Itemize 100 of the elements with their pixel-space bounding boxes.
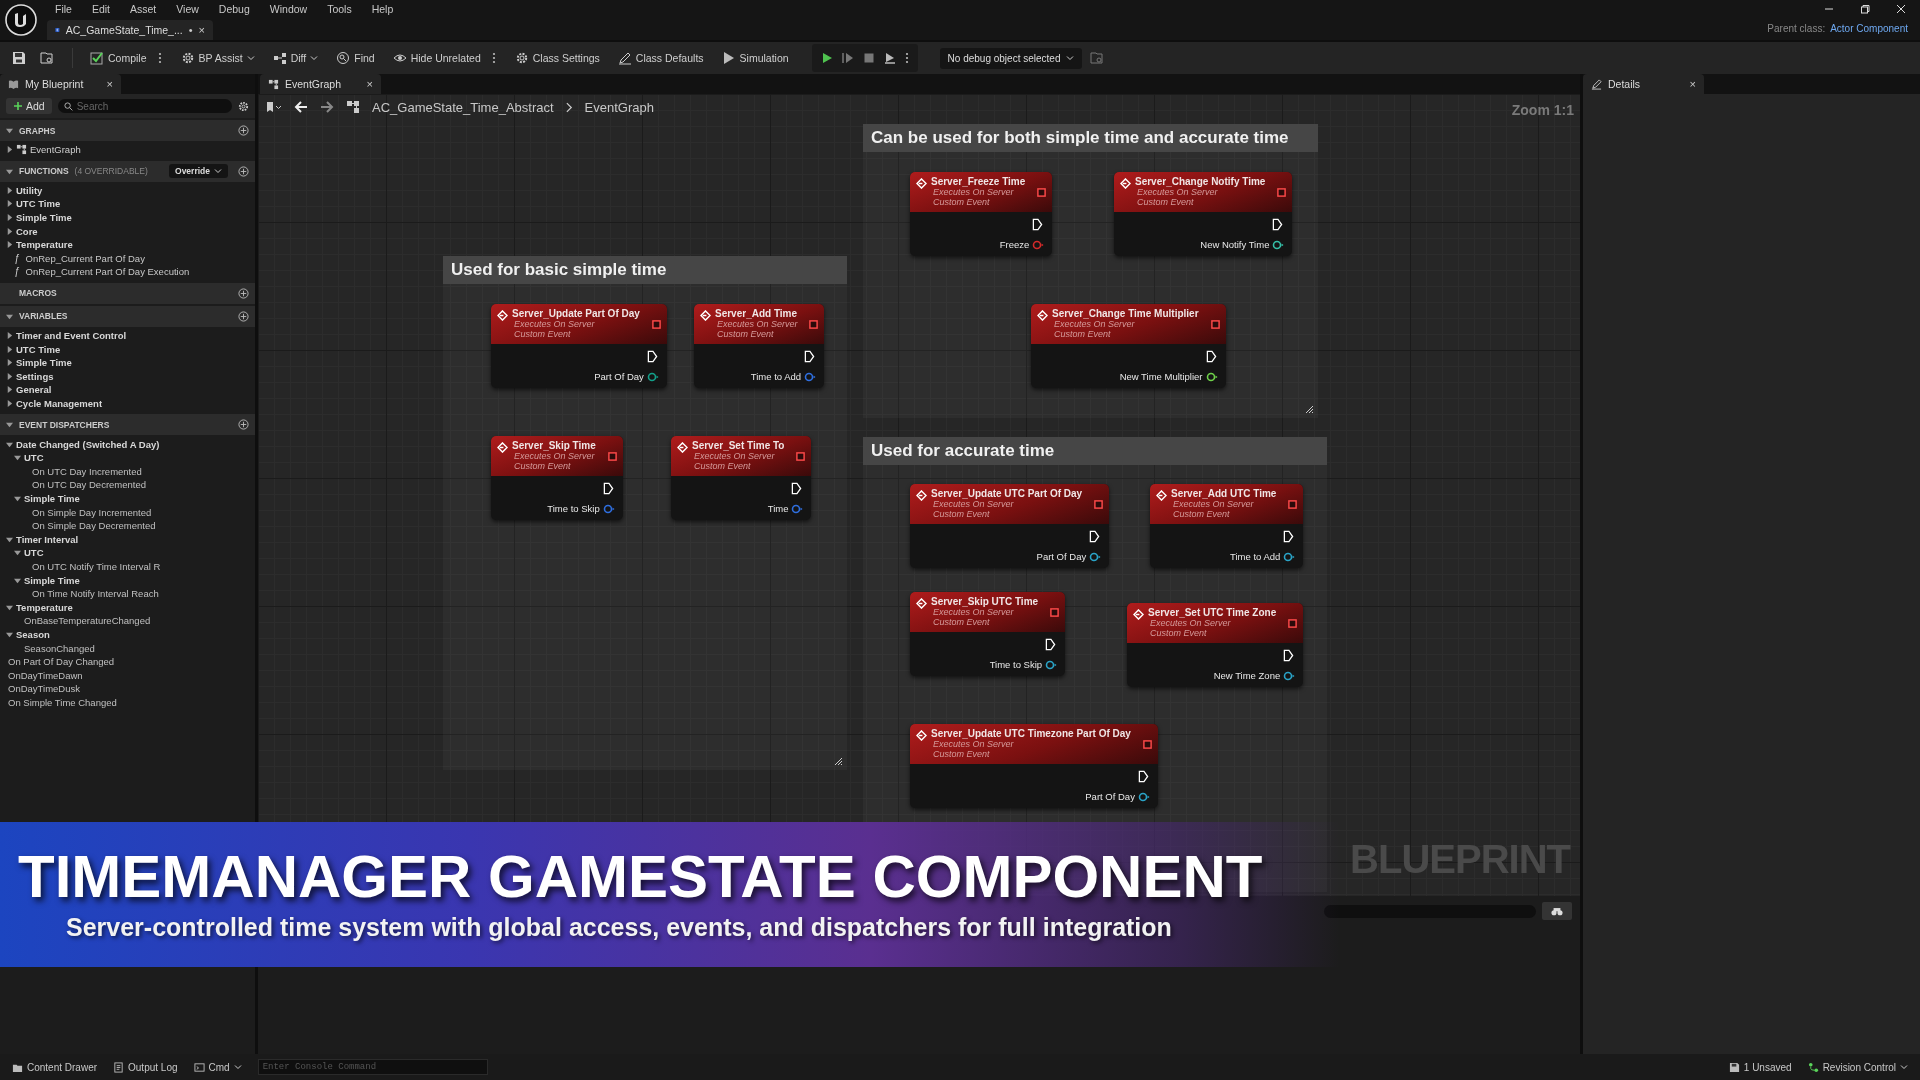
add-icon[interactable] xyxy=(238,165,249,177)
close-tab-button[interactable]: × xyxy=(198,24,205,36)
exec-pin-icon[interactable] xyxy=(1045,638,1057,651)
expand-arrow-icon[interactable] xyxy=(14,576,21,584)
tree-item[interactable]: On Part Of Day Changed xyxy=(8,656,115,668)
resize-grip-icon[interactable] xyxy=(833,756,843,766)
breadcrumb-link[interactable]: AC_GameState_Time_Abstract xyxy=(372,99,554,115)
expand-arrow-icon[interactable] xyxy=(6,630,13,638)
expand-arrow-icon[interactable] xyxy=(6,421,13,429)
section-header[interactable]: MACROS xyxy=(0,282,255,304)
output-log-button[interactable]: Output Log xyxy=(107,1058,184,1076)
exec-pin-icon[interactable] xyxy=(1032,218,1044,231)
tree-item[interactable]: UTC xyxy=(24,452,44,464)
section-header[interactable]: GRAPHS xyxy=(0,120,255,141)
add-icon[interactable] xyxy=(238,310,249,322)
expand-arrow-icon[interactable] xyxy=(6,440,13,448)
tree-item[interactable]: OnRep_Current Part Of Day xyxy=(25,252,145,264)
eject-icon[interactable] xyxy=(883,52,896,64)
toolbar-button[interactable]: Compile xyxy=(85,48,152,68)
play-icon[interactable] xyxy=(820,52,833,64)
content-drawer-button[interactable]: Content Drawer xyxy=(6,1058,104,1076)
close-icon[interactable] xyxy=(1896,4,1906,14)
expand-arrow-icon[interactable] xyxy=(6,400,13,407)
delegate-pin-icon[interactable] xyxy=(1210,320,1220,329)
panel-tab[interactable]: Details × xyxy=(1583,74,1704,94)
debug-object-dropdown[interactable]: No debug object selected xyxy=(939,47,1083,69)
tree-item[interactable]: Date Changed (Switched A Day) xyxy=(16,438,160,450)
tree-item[interactable]: On UTC Notify Time Interval R xyxy=(32,560,161,572)
tree-item[interactable]: General xyxy=(16,384,52,396)
more-options-icon[interactable] xyxy=(157,51,162,65)
output-pin-icon[interactable] xyxy=(804,371,817,382)
console-input[interactable]: Enter Console Command xyxy=(257,1059,488,1075)
tree-item[interactable]: Core xyxy=(16,225,38,237)
browse-icon[interactable] xyxy=(40,51,54,65)
expand-arrow-icon[interactable] xyxy=(6,359,13,367)
tree-item[interactable]: Simple Time xyxy=(24,574,80,586)
exec-pin-icon[interactable] xyxy=(1089,530,1101,543)
stop-icon[interactable] xyxy=(862,52,875,64)
tree-item[interactable]: OnRep_Current Part Of Day Execution xyxy=(25,266,190,278)
delegate-pin-icon[interactable] xyxy=(809,320,819,329)
output-pin-icon[interactable] xyxy=(1045,659,1058,670)
expand-arrow-icon[interactable] xyxy=(6,603,13,611)
restore-icon[interactable] xyxy=(1860,4,1870,14)
toolbar-button[interactable]: Hide Unrelated xyxy=(387,48,486,68)
exec-pin-icon[interactable] xyxy=(804,350,816,363)
expand-arrow-icon[interactable] xyxy=(6,241,13,249)
exec-pin-icon[interactable] xyxy=(1205,350,1217,363)
expand-arrow-icon[interactable] xyxy=(6,200,13,208)
expand-arrow-icon[interactable] xyxy=(6,146,13,154)
exec-pin-icon[interactable] xyxy=(1137,770,1149,783)
expand-arrow-icon[interactable] xyxy=(14,454,21,462)
revision-control-button[interactable]: Revision Control xyxy=(1801,1058,1914,1076)
save-icon[interactable] xyxy=(12,51,26,65)
tree-item[interactable]: On Simple Day Incremented xyxy=(32,506,152,518)
delegate-pin-icon[interactable] xyxy=(607,452,617,461)
expand-arrow-icon[interactable] xyxy=(6,127,13,134)
close-tab-button[interactable]: × xyxy=(366,78,373,90)
tree-item[interactable]: On Simple Time Changed xyxy=(8,696,117,708)
expand-arrow-icon[interactable] xyxy=(6,312,13,320)
output-pin-icon[interactable] xyxy=(1089,551,1102,562)
tree-item[interactable]: Simple Time xyxy=(16,212,72,224)
exec-pin-icon[interactable] xyxy=(646,350,658,363)
back-arrow-icon[interactable] xyxy=(294,101,308,113)
menu-item[interactable]: Asset xyxy=(130,3,157,15)
tree-item[interactable]: On Time Notify Interval Reach xyxy=(32,588,159,600)
delegate-pin-icon[interactable] xyxy=(1288,619,1298,628)
output-pin-icon[interactable] xyxy=(602,503,615,514)
expand-arrow-icon[interactable] xyxy=(6,227,13,235)
expand-arrow-icon[interactable] xyxy=(6,167,13,175)
toolbar-button[interactable]: Class Settings xyxy=(509,48,605,68)
panel-tab[interactable]: My Blueprint × xyxy=(0,74,121,94)
menu-item[interactable]: Edit xyxy=(91,3,110,15)
section-header[interactable]: VARIABLES xyxy=(0,305,255,327)
menu-item[interactable]: Tools xyxy=(327,3,352,15)
expand-arrow-icon[interactable] xyxy=(6,535,13,543)
expand-arrow-icon[interactable] xyxy=(14,495,21,502)
tree-item[interactable]: On Simple Day Decremented xyxy=(32,520,156,532)
close-tab-button[interactable]: × xyxy=(1689,78,1696,90)
parent-class-link[interactable]: Actor Component xyxy=(1830,22,1908,34)
tree-item[interactable]: Temperature xyxy=(16,239,73,251)
graph-tab[interactable]: EventGraph × xyxy=(260,74,381,94)
menu-item[interactable]: Help xyxy=(371,3,394,15)
tree-item[interactable]: Timer Interval xyxy=(16,533,79,545)
add-icon[interactable] xyxy=(238,125,249,136)
exec-pin-icon[interactable] xyxy=(1283,530,1295,543)
tree-item[interactable]: Season xyxy=(16,628,50,640)
tree-item[interactable]: EventGraph xyxy=(30,144,81,156)
expand-arrow-icon[interactable] xyxy=(14,549,21,557)
resize-grip-icon[interactable] xyxy=(1304,404,1314,414)
delegate-pin-icon[interactable] xyxy=(1277,188,1287,197)
tree-item[interactable]: UTC xyxy=(24,547,44,559)
delegate-pin-icon[interactable] xyxy=(651,320,661,329)
override-dropdown[interactable]: Override xyxy=(169,164,228,179)
breadcrumb-link[interactable]: EventGraph xyxy=(584,99,654,115)
tree-item[interactable]: Cycle Management xyxy=(16,398,103,409)
toolbar-button[interactable]: Find xyxy=(331,48,380,68)
tree-item[interactable]: Temperature xyxy=(16,601,73,613)
settings-icon[interactable] xyxy=(238,100,249,112)
step-icon[interactable] xyxy=(841,52,854,64)
forward-arrow-icon[interactable] xyxy=(320,101,334,113)
